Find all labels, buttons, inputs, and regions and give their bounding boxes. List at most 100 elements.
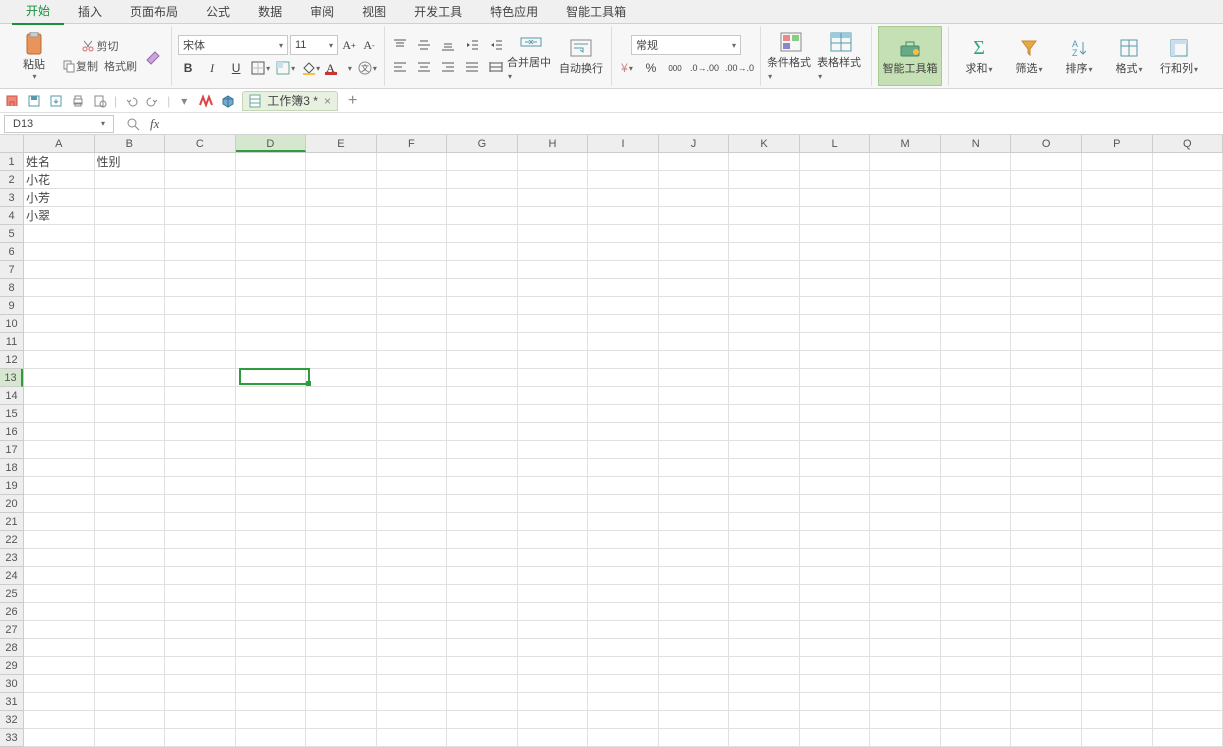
menu-item-5[interactable]: 审阅 xyxy=(296,0,348,24)
cell[interactable] xyxy=(377,603,448,621)
cell[interactable] xyxy=(1153,405,1223,423)
row-header[interactable]: 10 xyxy=(0,315,23,333)
cell[interactable] xyxy=(1082,477,1153,495)
cell[interactable] xyxy=(518,225,589,243)
cell[interactable] xyxy=(588,711,659,729)
row-header[interactable]: 9 xyxy=(0,297,23,315)
cells-area[interactable]: 姓名性别小花小芳小翠 xyxy=(24,153,1223,747)
cell[interactable] xyxy=(659,207,730,225)
format-painter-button[interactable]: 格式刷 xyxy=(102,57,139,75)
cell[interactable] xyxy=(1082,441,1153,459)
cell[interactable] xyxy=(377,153,448,171)
cell[interactable] xyxy=(165,567,236,585)
cell[interactable] xyxy=(518,675,589,693)
cell[interactable] xyxy=(800,531,871,549)
cell[interactable] xyxy=(1153,387,1223,405)
row-header[interactable]: 2 xyxy=(0,171,23,189)
row-header[interactable]: 18 xyxy=(0,459,23,477)
cell[interactable] xyxy=(1082,243,1153,261)
cell[interactable] xyxy=(447,549,518,567)
cell[interactable] xyxy=(1153,675,1223,693)
cell[interactable] xyxy=(518,441,589,459)
cell[interactable] xyxy=(236,387,307,405)
cell[interactable] xyxy=(24,639,95,657)
cell[interactable] xyxy=(941,171,1012,189)
row-header[interactable]: 23 xyxy=(0,549,23,567)
cell[interactable] xyxy=(659,585,730,603)
cell[interactable] xyxy=(588,225,659,243)
col-header[interactable]: I xyxy=(588,135,659,152)
cell[interactable] xyxy=(518,207,589,225)
font-size-combo[interactable]: 11▾ xyxy=(290,35,338,55)
cell[interactable] xyxy=(659,531,730,549)
cell[interactable] xyxy=(588,153,659,171)
cell[interactable] xyxy=(659,441,730,459)
cell[interactable] xyxy=(306,261,377,279)
cell[interactable] xyxy=(518,585,589,603)
cell[interactable] xyxy=(870,513,941,531)
cell[interactable] xyxy=(377,351,448,369)
cell[interactable] xyxy=(588,621,659,639)
filter-button[interactable]: 筛选▾ xyxy=(1005,26,1053,86)
cell[interactable] xyxy=(165,639,236,657)
cell[interactable] xyxy=(95,441,166,459)
cell[interactable] xyxy=(377,315,448,333)
cell[interactable] xyxy=(941,639,1012,657)
row-headers[interactable]: 1234567891011121314151617181920212223242… xyxy=(0,153,24,747)
cell[interactable] xyxy=(1082,171,1153,189)
cell[interactable] xyxy=(1011,153,1082,171)
cell[interactable] xyxy=(165,279,236,297)
cell[interactable] xyxy=(377,459,448,477)
cell[interactable] xyxy=(800,711,871,729)
save-icon[interactable] xyxy=(26,93,42,109)
align-bottom-button[interactable] xyxy=(439,36,457,54)
print-preview-icon[interactable] xyxy=(92,93,108,109)
cell[interactable] xyxy=(729,315,800,333)
cell[interactable] xyxy=(447,243,518,261)
cell[interactable] xyxy=(1011,369,1082,387)
cell[interactable] xyxy=(729,531,800,549)
cell[interactable] xyxy=(95,657,166,675)
cell[interactable] xyxy=(236,261,307,279)
cell[interactable] xyxy=(306,675,377,693)
cell[interactable] xyxy=(800,495,871,513)
cell[interactable] xyxy=(518,261,589,279)
cell[interactable] xyxy=(729,711,800,729)
bold-button[interactable]: B xyxy=(179,59,197,77)
cell[interactable] xyxy=(518,333,589,351)
cell[interactable] xyxy=(447,729,518,747)
cell[interactable] xyxy=(306,477,377,495)
cell[interactable] xyxy=(306,567,377,585)
cell[interactable] xyxy=(306,333,377,351)
cell[interactable] xyxy=(447,459,518,477)
cell[interactable] xyxy=(306,423,377,441)
cell[interactable] xyxy=(1153,459,1223,477)
cell[interactable] xyxy=(24,675,95,693)
cell[interactable] xyxy=(306,729,377,747)
cell[interactable] xyxy=(1153,351,1223,369)
cell[interactable] xyxy=(1082,693,1153,711)
cell[interactable] xyxy=(306,657,377,675)
cell[interactable] xyxy=(165,729,236,747)
cell[interactable] xyxy=(1082,297,1153,315)
cell[interactable] xyxy=(447,495,518,513)
cell[interactable] xyxy=(306,693,377,711)
cell[interactable] xyxy=(588,279,659,297)
cell[interactable] xyxy=(729,567,800,585)
cell[interactable] xyxy=(729,333,800,351)
cell[interactable] xyxy=(588,459,659,477)
cell[interactable] xyxy=(95,333,166,351)
cell[interactable] xyxy=(236,405,307,423)
cell[interactable] xyxy=(800,189,871,207)
cell[interactable] xyxy=(1011,495,1082,513)
cell[interactable] xyxy=(941,693,1012,711)
cell[interactable] xyxy=(659,477,730,495)
cell[interactable] xyxy=(24,405,95,423)
cell[interactable] xyxy=(800,603,871,621)
cell[interactable] xyxy=(1082,675,1153,693)
cell[interactable] xyxy=(165,225,236,243)
cell[interactable] xyxy=(165,441,236,459)
cell[interactable] xyxy=(518,657,589,675)
cell[interactable] xyxy=(236,495,307,513)
cell[interactable] xyxy=(588,315,659,333)
